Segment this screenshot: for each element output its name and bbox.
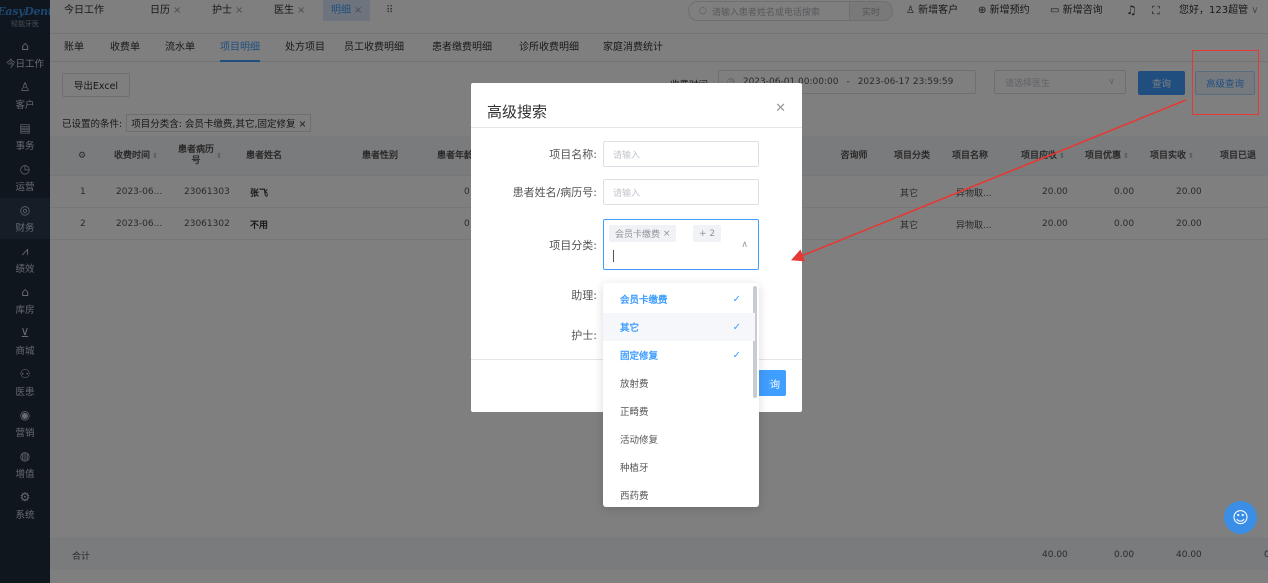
support-avatar-button[interactable]: ☺ xyxy=(1224,501,1257,534)
annotation-arrow xyxy=(791,99,1187,262)
support-icon: ☺ xyxy=(1232,508,1249,527)
